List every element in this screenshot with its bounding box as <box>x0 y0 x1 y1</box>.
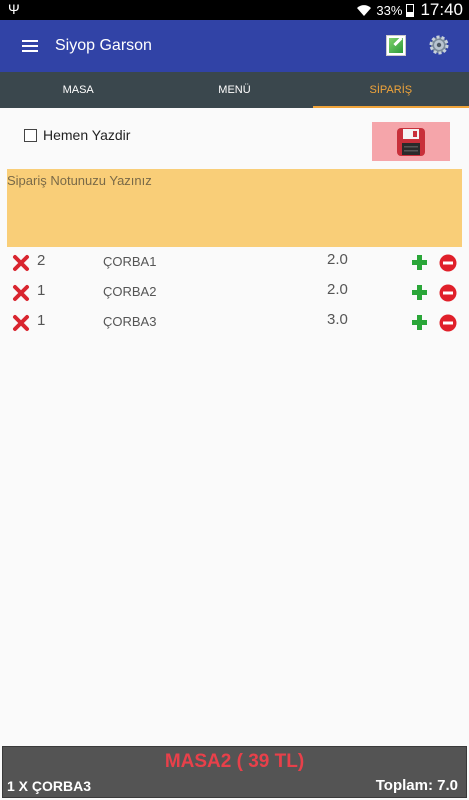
minus-icon[interactable] <box>439 254 457 272</box>
order-row: 1 ÇORBA3 3.0 <box>0 308 469 338</box>
order-quantity: 1 <box>37 282 46 299</box>
floppy-disk-icon <box>397 128 425 156</box>
status-indicators: 33% 17:40 <box>356 0 463 20</box>
tab-menu[interactable]: MENÜ <box>156 72 312 108</box>
order-list: 2 ÇORBA1 2.0 1 ÇORBA2 2.0 1 ÇORBA3 3.0 <box>0 248 469 338</box>
menu-icon[interactable] <box>22 40 38 52</box>
app-title: Siyop Garson <box>55 37 152 54</box>
delete-icon[interactable] <box>12 284 30 302</box>
order-row: 1 ÇORBA2 2.0 <box>0 278 469 308</box>
delete-icon[interactable] <box>12 254 30 272</box>
order-note-field[interactable]: Sipariş Notunuzu Yazınız <box>7 169 462 247</box>
battery-icon <box>406 3 415 17</box>
table-label: MASA2 ( 39 TL) <box>164 751 305 772</box>
order-item-name: ÇORBA2 <box>103 284 157 299</box>
print-now-label: Hemen Yazdir <box>43 127 131 143</box>
app-bar: Siyop Garson <box>0 20 469 72</box>
clock: 17:40 <box>420 0 463 19</box>
edit-icon[interactable] <box>386 35 406 56</box>
gear-icon[interactable] <box>428 34 450 56</box>
order-quantity: 1 <box>37 312 46 329</box>
plus-icon[interactable] <box>411 254 428 271</box>
minus-icon[interactable] <box>439 284 457 302</box>
wifi-icon <box>357 5 372 16</box>
tab-bar: MASA MENÜ SİPARİŞ <box>0 72 469 108</box>
usb-icon: Ψ <box>8 1 20 17</box>
plus-icon[interactable] <box>411 314 428 331</box>
print-now-checkbox[interactable] <box>24 128 37 142</box>
order-summary-bar: MASA2 ( 39 TL) 1 X ÇORBA3 Toplam: 7.0 <box>2 746 467 798</box>
order-price: 3.0 <box>327 311 348 328</box>
tab-siparis[interactable]: SİPARİŞ <box>312 72 469 108</box>
delete-icon[interactable] <box>12 314 30 332</box>
battery-percent: 33% <box>376 2 403 18</box>
save-button[interactable] <box>372 122 450 161</box>
order-item-name: ÇORBA1 <box>103 254 157 269</box>
order-price: 2.0 <box>327 281 348 298</box>
plus-icon[interactable] <box>411 284 428 301</box>
minus-icon[interactable] <box>439 314 457 332</box>
status-bar: Ψ 33% 17:40 <box>0 0 469 20</box>
last-added-item: 1 X ÇORBA3 <box>7 778 92 794</box>
order-row: 2 ÇORBA1 2.0 <box>0 248 469 278</box>
order-quantity: 2 <box>37 252 46 269</box>
print-now-option[interactable]: Hemen Yazdir <box>24 127 130 143</box>
tab-masa[interactable]: MASA <box>0 72 156 108</box>
order-price: 2.0 <box>327 251 348 268</box>
order-item-name: ÇORBA3 <box>103 314 157 329</box>
order-total: Toplam: 7.0 <box>375 777 458 794</box>
